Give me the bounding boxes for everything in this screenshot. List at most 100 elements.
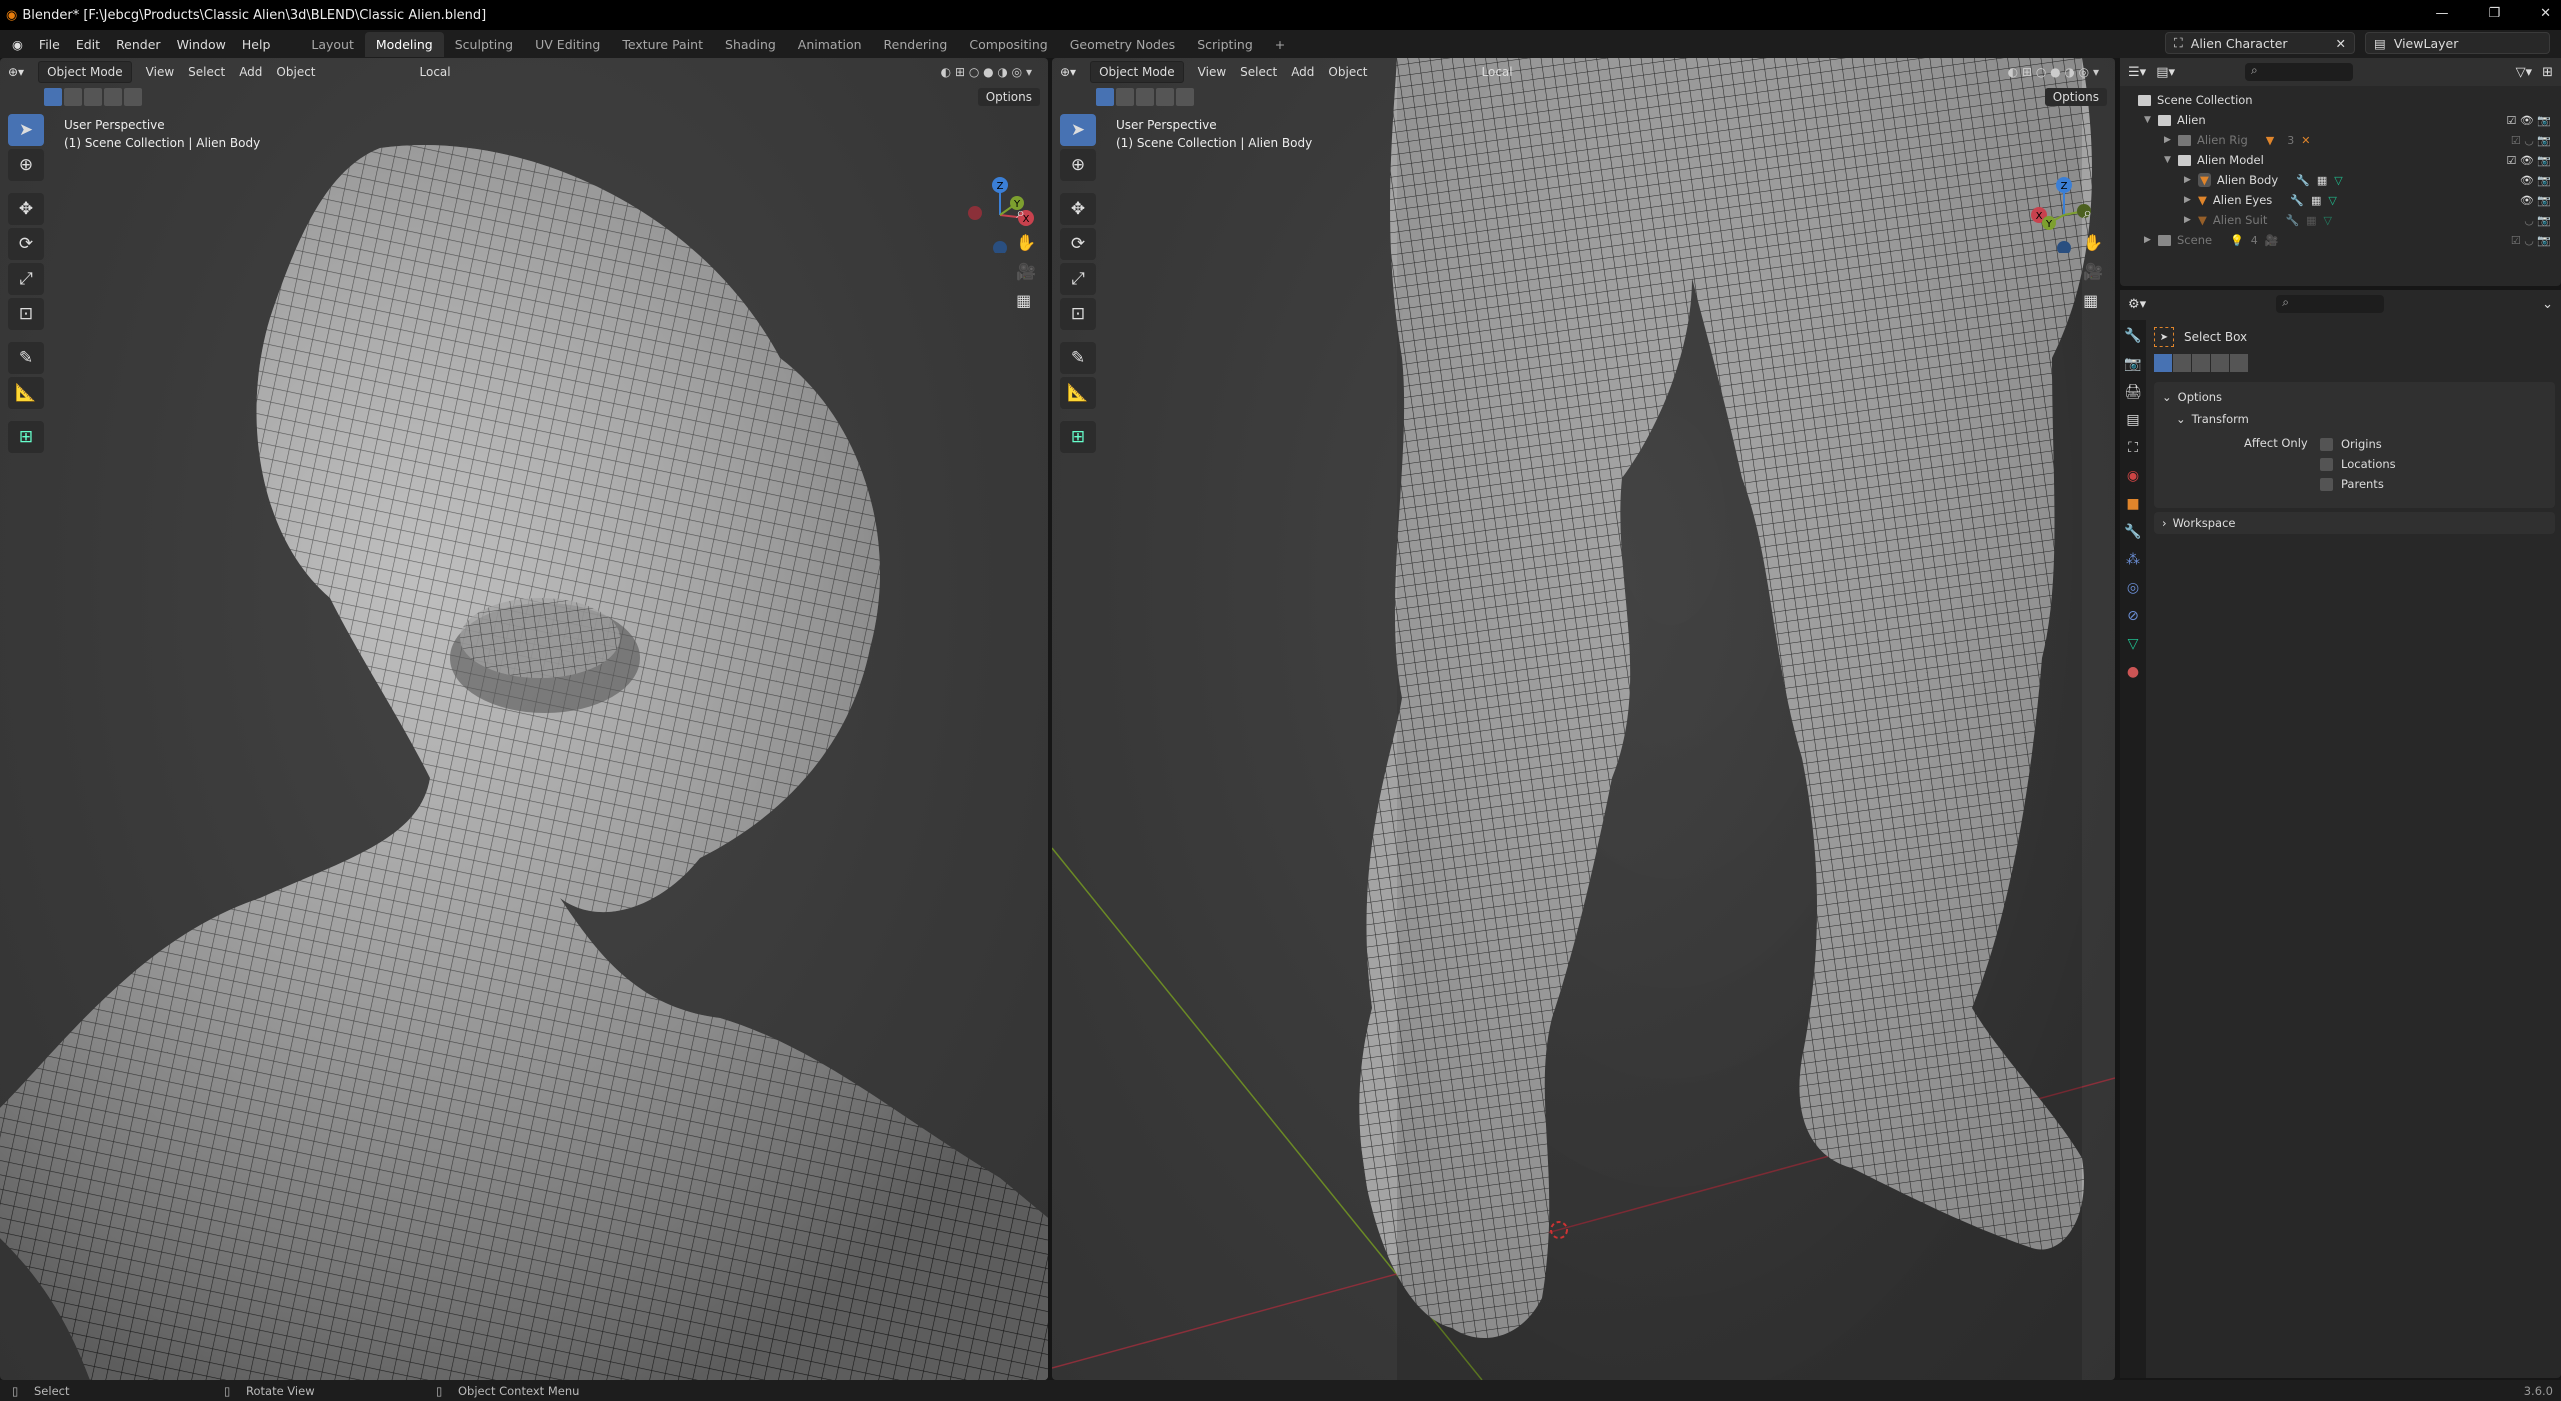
mesh-data-icon[interactable]: ▽ bbox=[2328, 194, 2336, 207]
select-box-tool-icon[interactable]: ➤ bbox=[1060, 114, 1096, 146]
zoom-icon[interactable]: ⌕ bbox=[1016, 203, 1036, 223]
menu-help[interactable]: Help bbox=[242, 37, 271, 52]
maximize-icon[interactable]: ❐ bbox=[2488, 6, 2500, 21]
view-layer-tab-icon[interactable]: ▤ bbox=[2126, 412, 2139, 428]
editor-type-icon[interactable]: ⚙▾ bbox=[2128, 297, 2146, 312]
tab-animation[interactable]: Animation bbox=[787, 32, 873, 57]
particles-tab-icon[interactable]: ⁂ bbox=[2126, 552, 2140, 568]
expand-arrow-icon[interactable]: ▶ bbox=[2184, 175, 2198, 185]
select-extend-icon[interactable] bbox=[1116, 88, 1134, 106]
select-invert-icon[interactable] bbox=[1156, 88, 1174, 106]
orientation-dropdown[interactable]: Local bbox=[1482, 65, 1513, 79]
scale-tool-icon[interactable]: ⤢ bbox=[1060, 263, 1096, 295]
tab-layout[interactable]: Layout bbox=[300, 32, 365, 57]
tool-tab-icon[interactable]: 🔧 bbox=[2124, 328, 2141, 344]
menu-file[interactable]: File bbox=[39, 37, 60, 52]
menu-view[interactable]: View bbox=[1198, 65, 1226, 79]
output-tab-icon[interactable]: 🖨 bbox=[2124, 384, 2142, 400]
physics-tab-icon[interactable]: ◎ bbox=[2127, 580, 2139, 596]
filter-view-icon[interactable]: ▤▾ bbox=[2156, 65, 2175, 80]
minimize-icon[interactable]: — bbox=[2435, 6, 2448, 21]
menu-select[interactable]: Select bbox=[1240, 65, 1277, 79]
editor-type-icon[interactable]: ⊕▾ bbox=[1060, 65, 1076, 79]
menu-view[interactable]: View bbox=[146, 65, 174, 79]
move-tool-icon[interactable]: ✥ bbox=[1060, 193, 1096, 225]
expand-arrow-icon[interactable]: ▶ bbox=[2184, 195, 2198, 205]
tab-uv-editing[interactable]: UV Editing bbox=[524, 32, 611, 57]
modifier-wrench-icon[interactable]: 🔧 bbox=[2285, 214, 2299, 227]
modifier-wrench-icon[interactable]: 🔧 bbox=[2290, 194, 2304, 207]
zoom-icon[interactable]: ⌕ bbox=[2083, 203, 2103, 223]
modifier-tab-icon[interactable]: 🔧 bbox=[2124, 524, 2141, 540]
parents-checkbox[interactable]: Parents bbox=[2320, 474, 2396, 494]
menu-object[interactable]: Object bbox=[1328, 65, 1367, 79]
menu-add[interactable]: Add bbox=[239, 65, 262, 79]
tab-geometry-nodes[interactable]: Geometry Nodes bbox=[1059, 32, 1186, 57]
rotate-tool-icon[interactable]: ⟳ bbox=[1060, 228, 1096, 260]
expand-arrow-icon[interactable]: ▶ bbox=[2184, 215, 2198, 225]
pan-hand-icon[interactable]: ✋ bbox=[1016, 233, 1036, 252]
new-collection-icon[interactable]: ⊞ bbox=[2542, 65, 2553, 80]
outliner-row-alien[interactable]: ▼ Alien ☑ 👁 📷 bbox=[2138, 110, 2561, 130]
select-subtract-icon[interactable] bbox=[1136, 88, 1154, 106]
add-cube-tool-icon[interactable]: ⊞ bbox=[1060, 421, 1096, 453]
object-tab-icon[interactable]: ■ bbox=[2126, 496, 2139, 512]
menu-edit[interactable]: Edit bbox=[76, 37, 100, 52]
outliner-row-alien-model[interactable]: ▼ Alien Model ☑ 👁 📷 bbox=[2138, 150, 2561, 170]
data-tab-icon[interactable]: ▽ bbox=[2128, 636, 2139, 652]
world-tab-icon[interactable]: ◉ bbox=[2127, 468, 2139, 484]
mode-dropdown[interactable]: Object Mode bbox=[38, 61, 132, 83]
select-intersect-icon[interactable] bbox=[1176, 88, 1194, 106]
expand-arrow-icon[interactable]: ▼ bbox=[2144, 115, 2158, 125]
filter-icon[interactable]: ▽▾ bbox=[2516, 65, 2533, 80]
material-tab-icon[interactable]: ● bbox=[2127, 664, 2139, 680]
menu-add[interactable]: Add bbox=[1291, 65, 1314, 79]
select-subtract-icon[interactable] bbox=[84, 88, 102, 106]
close-icon[interactable]: ✕ bbox=[2336, 36, 2346, 51]
camera-icon[interactable]: 🎥 bbox=[1016, 262, 1036, 281]
transform-tool-icon[interactable]: ⊡ bbox=[8, 298, 44, 330]
scale-tool-icon[interactable]: ⤢ bbox=[8, 263, 44, 295]
visibility-toggles[interactable]: ☑ ◡ 📷 bbox=[2511, 234, 2551, 247]
select-invert-icon[interactable] bbox=[104, 88, 122, 106]
visibility-toggles[interactable]: ☑ 👁 📷 bbox=[2506, 154, 2551, 167]
options-panel-header[interactable]: ⌄ Options bbox=[2154, 386, 2555, 408]
properties-search-input[interactable]: ⌕ bbox=[2276, 295, 2385, 313]
transform-subpanel-header[interactable]: ⌄ Transform bbox=[2154, 408, 2555, 430]
measure-tool-icon[interactable]: 📐 bbox=[8, 377, 44, 409]
select-intersect-icon[interactable] bbox=[124, 88, 142, 106]
select-new-icon[interactable] bbox=[44, 88, 62, 106]
select-extend-icon[interactable] bbox=[64, 88, 82, 106]
outliner-row-alien-rig[interactable]: ▶ Alien Rig ▼ 3 ✕ ☑ ◡ 📷 bbox=[2138, 130, 2561, 150]
grid-view-icon[interactable]: ▦ bbox=[1016, 291, 1036, 310]
select-box-tool-icon[interactable]: ➤ bbox=[8, 114, 44, 146]
scene-tab-icon[interactable]: ⛶ bbox=[2128, 440, 2138, 456]
shading-mode-icons[interactable]: ◐ ⊞ ○ ● ◑ ◎ ▾ bbox=[2008, 65, 2099, 79]
blender-menu-icon[interactable]: ◉ bbox=[12, 37, 23, 52]
options-button[interactable]: Options bbox=[2044, 88, 2107, 106]
mesh-data-icon[interactable]: ▽ bbox=[2334, 174, 2342, 187]
viewport-left[interactable]: ⊕▾ Object Mode View Select Add Object Lo… bbox=[0, 58, 1048, 1380]
modifier-wrench-icon[interactable]: 🔧 bbox=[2296, 174, 2310, 187]
collapse-icon[interactable]: ⌄ bbox=[2542, 297, 2553, 312]
select-new-icon[interactable] bbox=[1096, 88, 1114, 106]
visibility-toggles[interactable]: 👁 📷 bbox=[2520, 174, 2551, 187]
measure-tool-icon[interactable]: 📐 bbox=[1060, 377, 1096, 409]
select-invert-icon[interactable] bbox=[2211, 354, 2229, 372]
menu-object[interactable]: Object bbox=[276, 65, 315, 79]
expand-arrow-icon[interactable]: ▶ bbox=[2144, 235, 2158, 245]
outliner-row-alien-eyes[interactable]: ▶ ▼ Alien Eyes 🔧 ▦ ▽ 👁 📷 bbox=[2138, 190, 2561, 210]
visibility-toggles[interactable]: ☑ 👁 📷 bbox=[2506, 114, 2551, 127]
close-icon[interactable]: ✕ bbox=[2540, 6, 2551, 21]
select-extend-icon[interactable] bbox=[2173, 354, 2191, 372]
transform-tool-icon[interactable]: ⊡ bbox=[1060, 298, 1096, 330]
view-layer-selector[interactable]: ▤ ViewLayer bbox=[2365, 32, 2550, 54]
tab-modeling[interactable]: Modeling bbox=[364, 31, 444, 57]
cursor-tool-icon[interactable]: ⊕ bbox=[1060, 149, 1096, 181]
editor-type-icon[interactable]: ⊕▾ bbox=[8, 65, 24, 79]
render-tab-icon[interactable]: 📷 bbox=[2124, 356, 2141, 372]
menu-render[interactable]: Render bbox=[116, 37, 161, 52]
tab-rendering[interactable]: Rendering bbox=[873, 32, 959, 57]
rotate-tool-icon[interactable]: ⟳ bbox=[8, 228, 44, 260]
mesh-data-icon[interactable]: ▽ bbox=[2324, 214, 2332, 227]
